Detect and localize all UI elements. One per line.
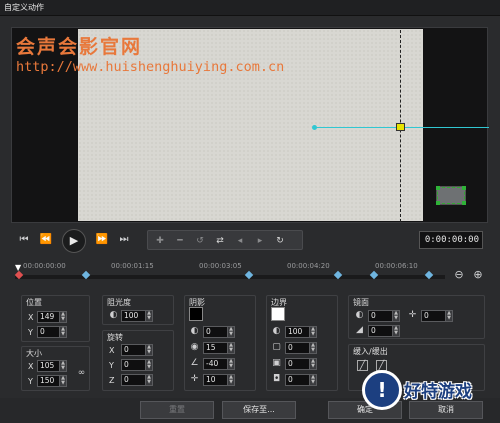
custom-motion-dialog: 自定义动作 会声会影官网 http://www.huishenghuiying.… (0, 0, 500, 423)
rotation-x-input[interactable]: 0 ▲ ▼ (121, 344, 153, 356)
shadow-blur-icon: ◉ (190, 342, 199, 352)
motion-path-start-point[interactable] (312, 125, 317, 130)
border-width-icon: ▢ (272, 342, 281, 352)
x-label: X (28, 362, 34, 371)
shadow-distance-input[interactable]: 10 ▲ ▼ (203, 374, 235, 386)
size-label: 大小 (26, 349, 42, 358)
next-frame-icon[interactable]: ⏩ (93, 232, 111, 248)
time-tick: 00:00:06:10 (375, 262, 418, 270)
border-corner-input[interactable]: 0 ▲ ▼ (285, 374, 317, 386)
link-icon[interactable]: ∞ (76, 368, 87, 379)
rotation-y-input[interactable]: 0 ▲ ▼ (121, 359, 153, 371)
x-label: X (28, 313, 34, 322)
zoom-in-icon[interactable]: ⊕ (471, 268, 485, 282)
preview-window[interactable]: 会声会影官网 http://www.huishenghuiying.com.cn (11, 27, 489, 223)
reverse-keyframes-icon[interactable]: ↺ (192, 234, 208, 248)
keyframe-toolbar: ✚ ━ ↺ ⇄ ◂ ▸ ↻ (147, 230, 303, 250)
shadow-opacity-icon: ◐ (190, 326, 199, 336)
go-to-end-icon[interactable]: ⏭ (115, 232, 133, 248)
transport-controls: ⏮ ⏪ ▶ ⏩ ⏭ ✚ ━ ↺ ⇄ ◂ ▸ ↻ 0:00:00:00 (11, 228, 488, 254)
remove-keyframe-icon[interactable]: ━ (172, 234, 188, 248)
keyframe-timeline[interactable]: 00:00:00:00 00:00:01:15 00:00:03:05 00:0… (11, 258, 488, 290)
mirror-fade-icon: ◢ (356, 325, 363, 335)
shadow-distance-icon: ✛ (190, 374, 199, 384)
zoom-out-icon[interactable]: ⊖ (452, 268, 466, 282)
add-keyframe-icon[interactable]: ✚ (152, 234, 168, 248)
position-y-input[interactable]: 0 ▲ ▼ (37, 326, 67, 338)
swap-keyframes-icon[interactable]: ⇄ (212, 234, 228, 248)
shadow-direction-input[interactable]: -40 ▲ ▼ (203, 358, 235, 370)
border-corner-icon: ◘ (272, 374, 281, 384)
size-y-input[interactable]: 150 ▲ ▼ (37, 375, 67, 387)
previous-frame-icon[interactable]: ⏪ (37, 232, 55, 248)
z-label: Z (109, 376, 115, 385)
logo-text: 好特游戏 (404, 382, 472, 402)
shadow-direction-icon: ∠ (190, 358, 199, 368)
site-logo: ! 好特游戏 (362, 368, 494, 414)
reset-button[interactable]: 重置 (140, 401, 214, 419)
time-tick: 00:00:04:20 (287, 262, 330, 270)
reset-keyframe-icon[interactable]: ↻ (272, 234, 288, 248)
mirror-label: 镜面 (353, 298, 369, 307)
watermark-url: http://www.huishenghuiying.com.cn (16, 59, 285, 75)
overlay-object[interactable] (436, 186, 466, 205)
y-label: Y (28, 377, 33, 386)
position-x-input[interactable]: 149 ▲ ▼ (37, 311, 67, 323)
mirror-opacity-icon: ◐ (355, 310, 364, 320)
size-x-input[interactable]: 105 ▲ ▼ (37, 360, 67, 372)
time-tick: 00:00:01:15 (111, 262, 154, 270)
position-label: 位置 (26, 298, 42, 307)
border-opacity-input[interactable]: 100 ▲ ▼ (285, 326, 317, 338)
fade-label: 缓入/缓出 (353, 347, 388, 356)
resize-handle[interactable] (462, 201, 466, 205)
opacity-icon: ◐ (109, 310, 118, 320)
go-to-start-icon[interactable]: ⏮ (15, 232, 33, 248)
y-label: Y (28, 328, 33, 337)
mirror-fade-input[interactable]: 0 ▲ ▼ (368, 325, 400, 337)
title-bar: 自定义动作 (0, 0, 500, 16)
x-label: X (109, 346, 115, 355)
shadow-color-swatch[interactable] (189, 307, 203, 321)
play-button[interactable]: ▶ (62, 229, 86, 253)
border-blur-icon: ▣ (272, 358, 281, 368)
border-blur-input[interactable]: 0 ▲ ▼ (285, 358, 317, 370)
time-tick: 00:00:03:05 (199, 262, 242, 270)
resize-handle[interactable] (436, 186, 440, 190)
mirror-offset-icon: ✛ (408, 310, 417, 320)
position-handle[interactable] (396, 123, 405, 131)
move-right-icon[interactable]: ▸ (252, 234, 268, 248)
resize-handle[interactable] (436, 201, 440, 205)
keyframe-track[interactable] (15, 275, 445, 279)
rotation-label: 旋转 (107, 333, 123, 342)
border-width-input[interactable]: 0 ▲ ▼ (285, 342, 317, 354)
move-left-icon[interactable]: ◂ (232, 234, 248, 248)
resize-handle[interactable] (462, 186, 466, 190)
opacity-label: 阻光度 (107, 298, 131, 307)
shadow-opacity-input[interactable]: 0 ▲ ▼ (203, 326, 235, 338)
time-tick: 00:00:00:00 (23, 262, 66, 270)
timecode-display[interactable]: 0:00:00:00 (419, 231, 483, 249)
shadow-blur-input[interactable]: 15 ▲ ▼ (203, 342, 235, 354)
time-ruler: 00:00:00:00 00:00:01:15 00:00:03:05 00:0… (15, 262, 445, 276)
border-color-swatch[interactable] (271, 307, 285, 321)
watermark-title: 会声会影官网 (16, 36, 143, 58)
mirror-offset-input[interactable]: 0 ▲ ▼ (421, 310, 453, 322)
border-opacity-icon: ◐ (272, 326, 281, 336)
mirror-opacity-input[interactable]: 0 ▲ ▼ (368, 310, 400, 322)
y-label: Y (109, 361, 114, 370)
rotation-z-input[interactable]: 0 ▲ ▼ (121, 374, 153, 386)
logo-emblem-icon: ! (362, 370, 402, 410)
save-to-button[interactable]: 保存至... (222, 401, 296, 419)
opacity-input[interactable]: 100 ▲ ▼ (121, 310, 153, 322)
